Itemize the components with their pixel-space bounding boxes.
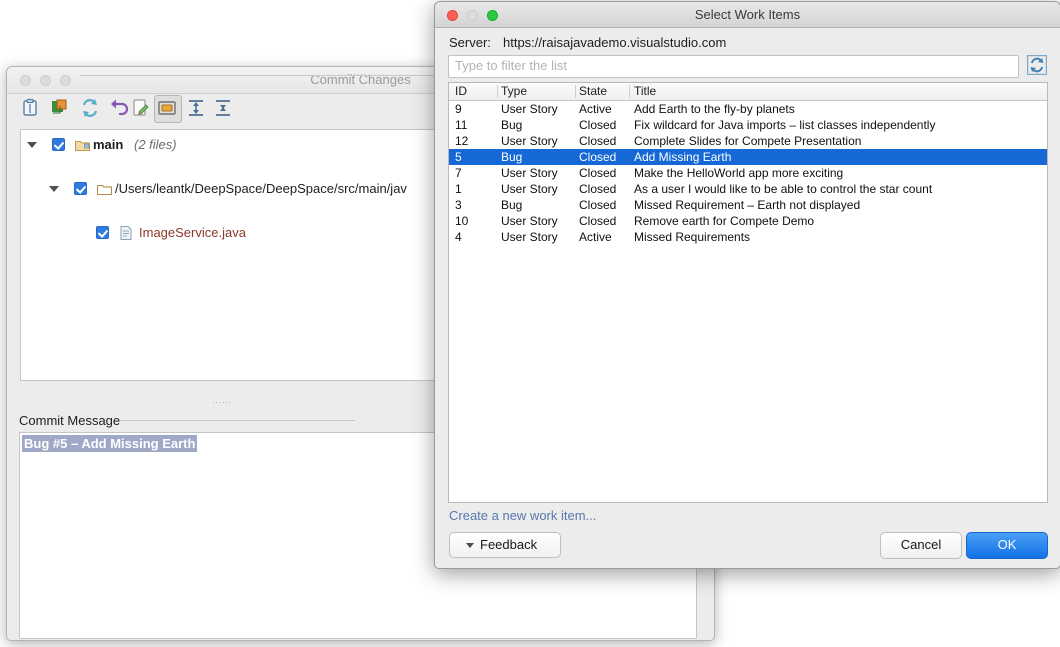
column-divider[interactable] xyxy=(629,85,630,98)
cell-id: 7 xyxy=(455,165,462,181)
cell-id: 5 xyxy=(455,149,462,165)
feedback-button[interactable]: Feedback xyxy=(449,532,561,558)
module-folder-icon xyxy=(75,139,90,151)
cell-id: 9 xyxy=(455,101,462,117)
commit-message-label: Commit Message xyxy=(19,413,120,428)
tree-label-module: main xyxy=(93,137,123,152)
column-divider[interactable] xyxy=(497,85,498,98)
cell-type: User Story xyxy=(501,133,558,149)
cell-id: 10 xyxy=(455,213,468,229)
table-row[interactable]: 3 Bug Closed Missed Requirement – Earth … xyxy=(449,197,1047,213)
cell-state: Active xyxy=(579,229,612,245)
cell-state: Closed xyxy=(579,133,616,149)
cell-title: Fix wildcard for Java imports – list cla… xyxy=(634,117,935,133)
cell-title: Add Missing Earth xyxy=(634,149,731,165)
group-by-directory-icon[interactable] xyxy=(156,97,178,119)
column-header-type[interactable]: Type xyxy=(501,83,527,100)
cell-type: Bug xyxy=(501,197,522,213)
chevron-down-icon[interactable] xyxy=(27,142,37,148)
commit-message-rule xyxy=(120,420,355,421)
cell-state: Closed xyxy=(579,181,616,197)
server-label: Server: xyxy=(449,35,491,50)
cell-state: Closed xyxy=(579,213,616,229)
expand-all-icon[interactable] xyxy=(185,97,207,119)
cell-title: Missed Requirement – Earth not displayed xyxy=(634,197,860,213)
work-items-titlebar[interactable]: Select Work Items xyxy=(435,2,1060,28)
create-work-item-link[interactable]: Create a new work item... xyxy=(449,508,596,523)
cell-title: Missed Requirements xyxy=(634,229,750,245)
commit-icon[interactable] xyxy=(19,97,41,119)
cell-type: User Story xyxy=(501,213,558,229)
cell-id: 3 xyxy=(455,197,462,213)
select-work-items-dialog: Select Work Items Server: https://raisaj… xyxy=(434,1,1060,569)
chevron-down-icon[interactable] xyxy=(49,186,59,192)
cell-type: Bug xyxy=(501,117,522,133)
column-header-state[interactable]: State xyxy=(579,83,607,100)
checkbox-directory[interactable] xyxy=(74,182,87,195)
revert-refresh-icon[interactable] xyxy=(49,97,71,119)
cell-type: User Story xyxy=(501,229,558,245)
work-items-list[interactable]: ID Type State Title 9 User Story Active … xyxy=(448,82,1048,503)
folder-icon xyxy=(97,183,112,195)
chevron-down-icon xyxy=(466,543,474,548)
cell-title: Make the HelloWorld app more exciting xyxy=(634,165,843,181)
cell-title: Add Earth to the fly-by planets xyxy=(634,101,795,117)
work-items-list-header: ID Type State Title xyxy=(449,83,1047,101)
cell-state: Active xyxy=(579,101,612,117)
column-header-title[interactable]: Title xyxy=(634,83,656,100)
cell-type: User Story xyxy=(501,165,558,181)
cell-title: Remove earth for Compete Demo xyxy=(634,213,814,229)
column-divider[interactable] xyxy=(575,85,576,98)
cell-title: As a user I would like to be able to con… xyxy=(634,181,932,197)
cell-id: 1 xyxy=(455,181,462,197)
feedback-label: Feedback xyxy=(480,533,537,556)
table-row[interactable]: 1 User Story Closed As a user I would li… xyxy=(449,181,1047,197)
table-row[interactable]: 4 User Story Active Missed Requirements xyxy=(449,229,1047,245)
edit-source-icon[interactable] xyxy=(129,97,151,119)
collapse-all-icon[interactable] xyxy=(212,97,234,119)
table-row[interactable]: 10 User Story Closed Remove earth for Co… xyxy=(449,213,1047,229)
dialog-title: Select Work Items xyxy=(435,2,1060,27)
cell-id: 11 xyxy=(455,117,467,133)
refresh-icon[interactable] xyxy=(79,97,101,119)
dialog-cancel-button[interactable]: Cancel xyxy=(880,532,962,559)
cell-state: Closed xyxy=(579,149,616,165)
checkbox-module[interactable] xyxy=(52,138,65,151)
commit-message-value: Bug #5 – Add Missing Earth xyxy=(22,435,197,452)
table-row[interactable]: 9 User Story Active Add Earth to the fly… xyxy=(449,101,1047,117)
tree-label-file: ImageService.java xyxy=(139,225,246,240)
cell-type: User Story xyxy=(501,181,558,197)
java-file-icon xyxy=(120,226,132,240)
cell-type: Bug xyxy=(501,149,522,165)
screen: Commit Changes xyxy=(0,0,1060,647)
table-row[interactable]: 12 User Story Closed Complete Slides for… xyxy=(449,133,1047,149)
checkbox-file[interactable] xyxy=(96,226,109,239)
table-row[interactable]: 11 Bug Closed Fix wildcard for Java impo… xyxy=(449,117,1047,133)
column-header-id[interactable]: ID xyxy=(455,83,467,100)
cell-id: 4 xyxy=(455,229,462,245)
panel-splitter[interactable]: ⋯⋯ xyxy=(212,400,238,405)
cell-title: Complete Slides for Compete Presentation xyxy=(634,133,861,149)
server-url: https://raisajavademo.visualstudio.com xyxy=(503,35,726,50)
tree-label-directory: /Users/leantk/DeepSpace/DeepSpace/src/ma… xyxy=(115,181,407,196)
filter-placeholder: Type to filter the list xyxy=(455,56,567,76)
cell-type: User Story xyxy=(501,101,558,117)
tree-files-count: (2 files) xyxy=(134,137,177,152)
filter-input[interactable]: Type to filter the list xyxy=(448,55,1019,78)
table-row-selected[interactable]: 5 Bug Closed Add Missing Earth xyxy=(449,149,1047,165)
rollback-icon[interactable] xyxy=(109,97,131,119)
cell-state: Closed xyxy=(579,117,616,133)
cell-state: Closed xyxy=(579,165,616,181)
table-row[interactable]: 7 User Story Closed Make the HelloWorld … xyxy=(449,165,1047,181)
dialog-ok-button[interactable]: OK xyxy=(966,532,1048,559)
cell-state: Closed xyxy=(579,197,616,213)
details-splitter-grip[interactable]: ⋯⋯ xyxy=(347,71,373,77)
cell-id: 12 xyxy=(455,133,468,149)
refresh-icon[interactable] xyxy=(1027,55,1047,75)
